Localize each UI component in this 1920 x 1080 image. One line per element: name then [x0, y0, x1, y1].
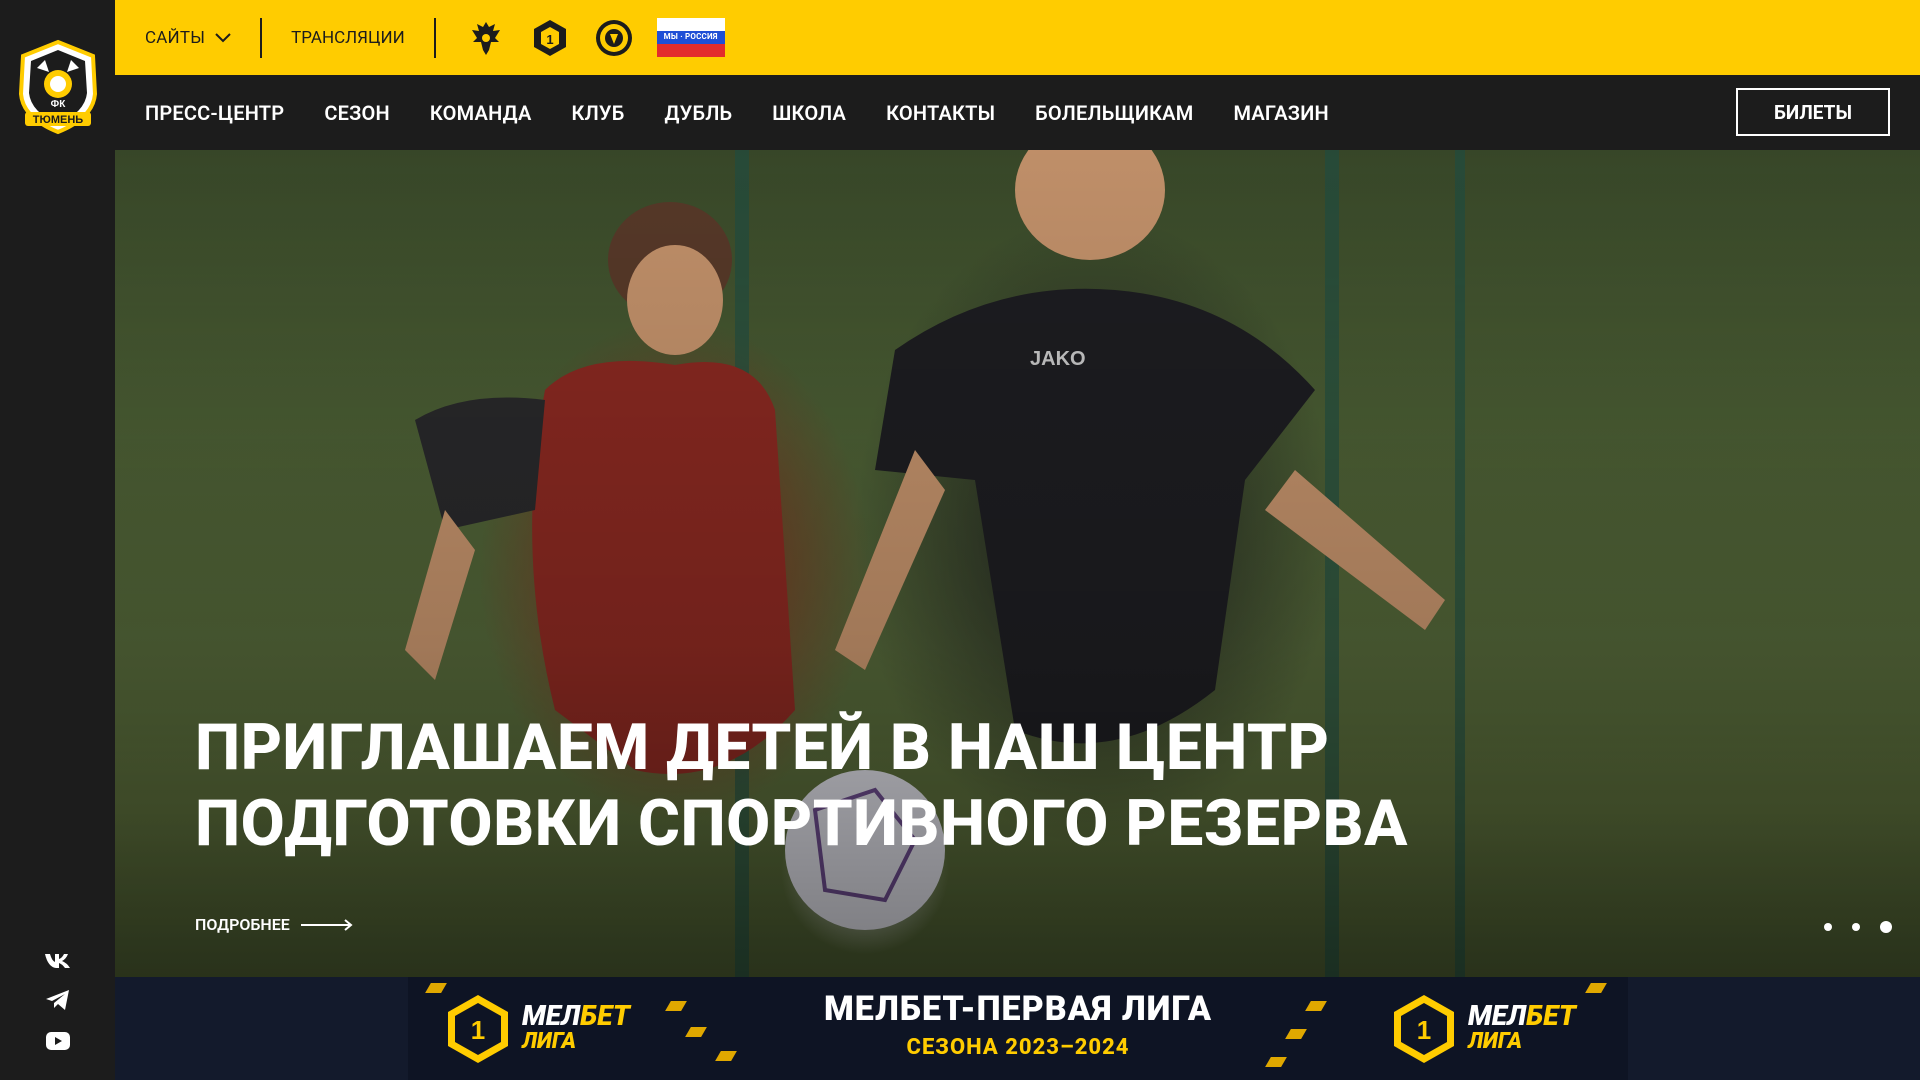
club-logo[interactable]: ФК ТЮМЕНЬ [15, 38, 101, 136]
nav-item-contacts[interactable]: КОНТАКТЫ [886, 101, 995, 125]
svg-text:ТЮМЕНЬ: ТЮМЕНЬ [33, 114, 84, 126]
telegram-icon[interactable] [44, 986, 72, 1014]
hero-slider[interactable]: JAKO ПРИГЛАШАЕМ ДЕТЕЙ В НАШ ЦЕНТР ПОДГОТ… [115, 150, 1920, 977]
nav-item-school[interactable]: ШКОЛА [772, 101, 846, 125]
league-hex-icon: 1 [1394, 995, 1454, 1063]
top-bar: САЙТЫ ТРАНСЛЯЦИИ 1 МЫ · РОССИЯ [115, 0, 1920, 75]
russia-flag-icon[interactable]: МЫ · РОССИЯ [656, 17, 725, 58]
svg-text:JAKO: JAKO [1030, 348, 1086, 370]
slide-dot-2[interactable] [1852, 923, 1860, 931]
flag-text: МЫ · РОССИЯ [663, 31, 718, 41]
hero-headline: ПРИГЛАШАЕМ ДЕТЕЙ В НАШ ЦЕНТР ПОДГОТОВКИ … [195, 710, 1495, 862]
nav-item-team[interactable]: КОМАНДА [430, 101, 532, 125]
club-badge-icon[interactable] [593, 17, 635, 59]
youtube-icon[interactable] [44, 1027, 72, 1055]
nav-item-club[interactable]: КЛУБ [572, 101, 625, 125]
logo-word-accent: БЕТ [1526, 999, 1576, 1032]
vk-icon[interactable] [44, 947, 72, 975]
headline-line-1: ПРИГЛАШАЕМ ДЕТЕЙ В НАШ ЦЕНТР [195, 710, 1330, 785]
broadcasts-link[interactable]: ТРАНСЛЯЦИИ [291, 28, 405, 48]
sites-dropdown[interactable]: САЙТЫ [145, 28, 231, 48]
logo-word-2: ЛИГА [1468, 1029, 1523, 1054]
sidebar: ФК ТЮМЕНЬ [0, 0, 115, 1080]
headline-line-2: ПОДГОТОВКИ СПОРТИВНОГО РЕЗЕРВА [195, 786, 1408, 861]
chevron-down-icon [215, 32, 231, 42]
nav-item-fans[interactable]: БОЛЕЛЬЩИКАМ [1035, 101, 1193, 125]
main-nav: ПРЕСС-ЦЕНТР СЕЗОН КОМАНДА КЛУБ ДУБЛЬ ШКО… [115, 75, 1920, 150]
more-link[interactable]: ПОДРОБНЕЕ [195, 915, 354, 934]
rfs-eagle-icon[interactable] [465, 17, 507, 59]
logo-word-1: МЕЛ [1468, 999, 1527, 1032]
slider-dots [1804, 921, 1892, 933]
first-league-icon[interactable]: 1 [529, 17, 571, 59]
more-label: ПОДРОБНЕЕ [195, 915, 290, 934]
svg-text:1: 1 [546, 32, 553, 47]
arrow-right-icon [300, 918, 353, 931]
nav-item-shop[interactable]: МАГАЗИН [1233, 101, 1328, 125]
league-banner[interactable]: 1 МЕЛБЕТ ЛИГА МЕЛБЕТ-ПЕРВАЯ ЛИГА СЕЗОНА … [408, 977, 1628, 1080]
slide-dot-3[interactable] [1880, 921, 1892, 933]
svg-text:1: 1 [1417, 1015, 1431, 1045]
tickets-button[interactable]: БИЛЕТЫ [1736, 88, 1890, 136]
svg-text:ФК: ФК [51, 99, 67, 110]
nav-item-season[interactable]: СЕЗОН [324, 101, 390, 125]
slide-dot-1[interactable] [1824, 923, 1832, 931]
divider [433, 17, 436, 58]
sites-label: САЙТЫ [145, 27, 206, 48]
nav-item-reserve[interactable]: ДУБЛЬ [665, 101, 733, 125]
divider [260, 17, 263, 58]
banner-logo-right: 1 МЕЛБЕТ ЛИГА [1392, 991, 1576, 1067]
nav-item-press[interactable]: ПРЕСС-ЦЕНТР [145, 101, 284, 125]
